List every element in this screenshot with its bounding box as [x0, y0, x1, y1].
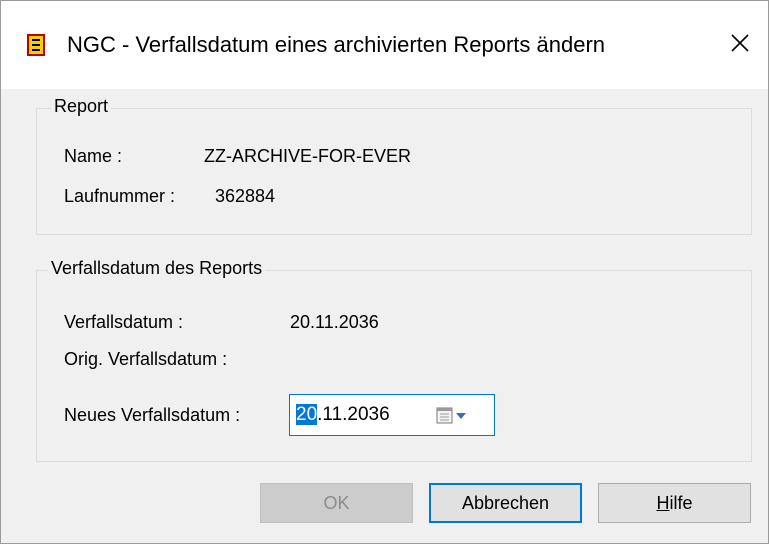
- name-label: Name :: [64, 146, 123, 166]
- date-day-segment[interactable]: 20: [296, 404, 318, 425]
- cancel-button-label: Abbrechen: [461, 492, 550, 513]
- document-report-icon: [27, 34, 45, 56]
- close-button[interactable]: [719, 25, 761, 65]
- help-rest: ilfe: [669, 492, 693, 513]
- help-button-label: Hilfe: [656, 493, 692, 514]
- chevron-down-icon: [456, 413, 466, 419]
- help-mnemonic: H: [656, 492, 670, 513]
- title-bar[interactable]: NGC - Verfallsdatum eines archivierten R…: [1, 1, 768, 89]
- run-number-value: 362884: [215, 186, 276, 206]
- cancel-button[interactable]: Abbrechen: [429, 483, 582, 523]
- new-expiry-date-picker[interactable]: 20.11.2036: [289, 394, 495, 436]
- new-expiry-date-text[interactable]: 20.11.2036: [296, 404, 390, 426]
- date-rest-segment[interactable]: .11.2036: [317, 404, 390, 425]
- expiry-group-legend: Verfallsdatum des Reports: [48, 258, 266, 279]
- ok-button[interactable]: OK: [260, 483, 413, 523]
- name-value: ZZ-ARCHIVE-FOR-EVER: [204, 146, 411, 166]
- run-number-label: Laufnummer :: [64, 186, 176, 206]
- report-group-legend: Report: [51, 96, 112, 117]
- ok-button-label: OK: [323, 492, 350, 513]
- window-title: NGC - Verfallsdatum eines archivierten R…: [67, 32, 606, 57]
- close-icon: [730, 33, 750, 58]
- expiry-date-label: Verfallsdatum :: [64, 312, 184, 332]
- dialog-window: NGC - Verfallsdatum eines archivierten R…: [0, 0, 769, 544]
- calendar-icon: [436, 407, 453, 424]
- help-button[interactable]: Hilfe: [598, 483, 751, 523]
- report-group: [36, 108, 752, 235]
- calendar-dropdown-button[interactable]: [436, 406, 480, 426]
- new-expiry-label: Neues Verfallsdatum :: [64, 405, 241, 425]
- expiry-date-value: 20.11.2036: [290, 312, 379, 332]
- original-expiry-label: Orig. Verfallsdatum :: [64, 349, 228, 369]
